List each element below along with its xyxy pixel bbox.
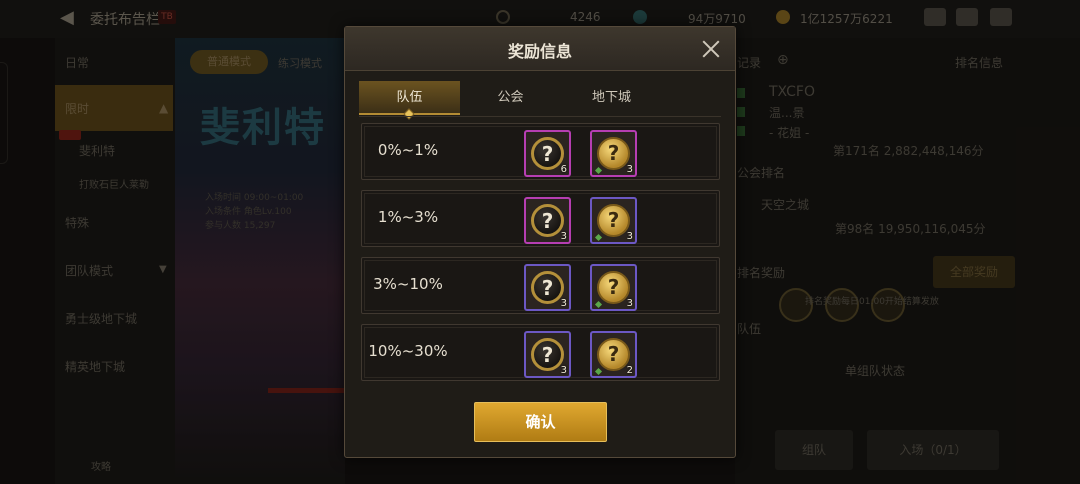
tab-dungeon[interactable]: 地下城 [561, 81, 662, 115]
close-icon[interactable] [699, 37, 723, 61]
reward-item[interactable]: ? 6 [524, 130, 571, 177]
item-count: 3 [626, 231, 633, 242]
reward-tabs: 队伍 公会 地下城 [359, 81, 719, 120]
reward-item[interactable]: ? 2 [590, 331, 637, 378]
reward-item[interactable]: ? 3 [524, 264, 571, 311]
mystery-box-icon: ? [597, 137, 630, 170]
reward-item[interactable]: ? 3 [590, 130, 637, 177]
gem-icon [594, 166, 603, 175]
item-count: 3 [626, 164, 633, 175]
mystery-box-icon: ? [531, 204, 564, 237]
confirm-button[interactable]: 确认 [474, 402, 607, 442]
item-count: 3 [560, 231, 567, 242]
reward-row: 0%~1% ? 6 ? 3 [361, 123, 720, 180]
reward-info-dialog: 奖励信息 队伍 公会 地下城 0%~1% ? 6 ? 3 1%~3% ? 3 ?… [344, 26, 736, 458]
mystery-box-icon: ? [597, 338, 630, 371]
gem-icon [594, 300, 603, 309]
mystery-box-icon: ? [597, 271, 630, 304]
tab-guild[interactable]: 公会 [460, 81, 561, 115]
tab-label: 公会 [497, 90, 524, 105]
dialog-header: 奖励信息 [345, 27, 735, 71]
reward-item[interactable]: ? 3 [590, 197, 637, 244]
item-count: 3 [560, 298, 567, 309]
reward-row: 10%~30% ? 3 ? 2 [361, 324, 720, 381]
mystery-box-icon: ? [597, 204, 630, 237]
reward-item[interactable]: ? 3 [590, 264, 637, 311]
rank-range-label: 1%~3% [377, 208, 439, 226]
mystery-box-icon: ? [531, 338, 564, 371]
reward-row: 3%~10% ? 3 ? 3 [361, 257, 720, 314]
rank-range-label: 10%~30% [368, 342, 448, 360]
selected-diamond-icon [403, 108, 415, 120]
mystery-box-icon: ? [531, 271, 564, 304]
tab-divider [359, 116, 721, 117]
mystery-box-icon: ? [531, 137, 564, 170]
gem-icon [594, 367, 603, 376]
reward-row: 1%~3% ? 3 ? 3 [361, 190, 720, 247]
reward-item[interactable]: ? 3 [524, 331, 571, 378]
item-count: 3 [560, 365, 567, 376]
tab-label: 队伍 [396, 90, 423, 105]
rank-range-label: 0%~1% [377, 141, 439, 159]
item-count: 3 [626, 298, 633, 309]
tab-label: 地下城 [591, 90, 631, 105]
item-count: 6 [560, 164, 567, 175]
tab-team[interactable]: 队伍 [359, 81, 460, 120]
reward-item[interactable]: ? 3 [524, 197, 571, 244]
item-count: 2 [626, 365, 633, 376]
dialog-title: 奖励信息 [507, 42, 572, 61]
gem-icon [594, 233, 603, 242]
rank-range-label: 3%~10% [373, 275, 443, 293]
